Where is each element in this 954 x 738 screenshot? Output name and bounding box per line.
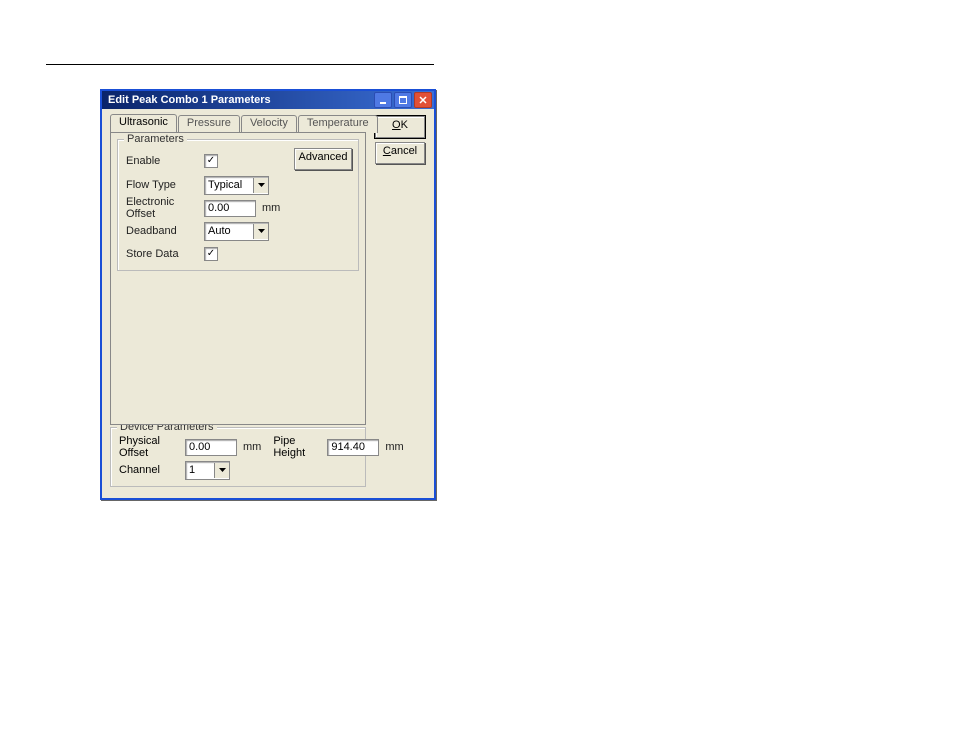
- window-title: Edit Peak Combo 1 Parameters: [108, 94, 271, 106]
- minimize-button[interactable]: [374, 92, 392, 108]
- label-electronic-offset: Electronic Offset: [126, 196, 204, 220]
- close-icon: [419, 96, 427, 104]
- fieldset-device-parameters: Device Parameters Physical Offset 0.00 m…: [110, 427, 366, 487]
- checkmark-icon: ✓: [207, 249, 215, 259]
- ok-mnemonic: O: [392, 119, 401, 131]
- tab-strip: Ultrasonic Pressure Velocity Temperature: [110, 114, 366, 132]
- select-flow-type[interactable]: Typical: [204, 176, 269, 195]
- minimize-icon: [379, 96, 387, 104]
- window-controls: [374, 92, 432, 108]
- cancel-button[interactable]: Cancel: [375, 142, 425, 164]
- label-deadband: Deadband: [126, 225, 204, 237]
- checkbox-enable[interactable]: ✓: [204, 154, 218, 168]
- legend-parameters: Parameters: [124, 133, 187, 145]
- select-channel[interactable]: 1: [185, 461, 230, 480]
- close-button[interactable]: [414, 92, 432, 108]
- input-pipe-height[interactable]: 914.40: [327, 439, 379, 456]
- advanced-button[interactable]: Advanced: [294, 148, 352, 170]
- chevron-down-icon: [253, 224, 268, 239]
- titlebar: Edit Peak Combo 1 Parameters: [102, 91, 434, 109]
- tab-velocity[interactable]: Velocity: [241, 115, 297, 133]
- unit-electronic-offset: mm: [262, 202, 280, 214]
- input-electronic-offset[interactable]: 0.00: [204, 200, 256, 217]
- fieldset-parameters: Parameters Advanced Enable ✓ Flow Type T…: [117, 139, 359, 271]
- select-deadband-value: Auto: [208, 225, 231, 237]
- tab-control: Ultrasonic Pressure Velocity Temperature…: [110, 114, 366, 424]
- select-deadband[interactable]: Auto: [204, 222, 269, 241]
- cancel-mnemonic: C: [383, 145, 391, 157]
- chevron-down-icon: [253, 178, 268, 193]
- horizontal-rule: [46, 64, 434, 65]
- tab-page-ultrasonic: Parameters Advanced Enable ✓ Flow Type T…: [110, 132, 366, 425]
- ok-button[interactable]: OK: [375, 116, 425, 138]
- tab-temperature[interactable]: Temperature: [298, 115, 378, 133]
- client-area: OK Cancel Ultrasonic Pressure Velocity T…: [102, 109, 434, 498]
- maximize-button[interactable]: [394, 92, 412, 108]
- label-enable: Enable: [126, 155, 204, 167]
- dialog-edit-parameters: Edit Peak Combo 1 Parameters OK Cancel U…: [100, 89, 436, 500]
- label-store-data: Store Data: [126, 248, 204, 260]
- maximize-icon: [399, 96, 407, 104]
- label-flow-type: Flow Type: [126, 179, 204, 191]
- tab-pressure[interactable]: Pressure: [178, 115, 240, 133]
- label-pipe-height: Pipe Height: [273, 435, 327, 459]
- label-physical-offset: Physical Offset: [119, 435, 185, 459]
- select-channel-value: 1: [189, 464, 195, 476]
- checkmark-icon: ✓: [207, 156, 215, 166]
- select-flow-type-value: Typical: [208, 179, 242, 191]
- checkbox-store-data[interactable]: ✓: [204, 247, 218, 261]
- unit-physical-offset: mm: [243, 441, 261, 453]
- tab-ultrasonic[interactable]: Ultrasonic: [110, 114, 177, 132]
- chevron-down-icon: [214, 463, 229, 478]
- input-physical-offset[interactable]: 0.00: [185, 439, 237, 456]
- label-channel: Channel: [119, 464, 185, 476]
- unit-pipe-height: mm: [385, 441, 403, 453]
